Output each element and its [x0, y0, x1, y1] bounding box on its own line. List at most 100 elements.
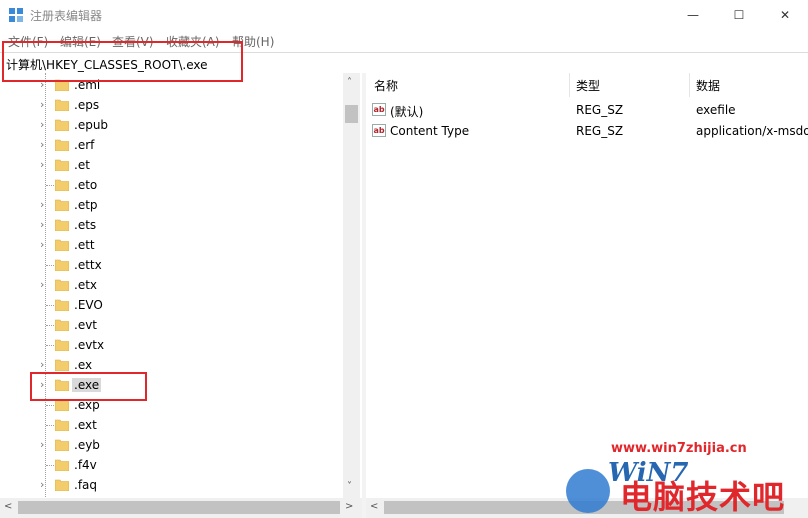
folder-icon [55, 279, 69, 291]
string-value-icon: ab [372, 124, 386, 137]
column-separator[interactable] [569, 73, 570, 97]
tree-item-label: .ext [74, 418, 97, 432]
tree-item-label: .ex [74, 358, 93, 372]
tree-item-label: .ett [74, 238, 95, 252]
tree-item-label: .etx [74, 278, 98, 292]
folder-icon [55, 439, 69, 451]
tree-item-label: .evt [74, 318, 98, 332]
tree-item[interactable]: › .etp [0, 195, 340, 215]
value-row[interactable]: ab (默认) REG_SZ exefile [366, 100, 808, 120]
folder-icon [55, 219, 69, 231]
folder-icon [55, 339, 69, 351]
column-header-data[interactable]: 数据 [696, 77, 720, 97]
tree-horizontal-scrollbar[interactable]: < > [0, 498, 362, 518]
chevron-right-icon[interactable]: › [40, 99, 50, 111]
chevron-right-icon[interactable]: › [40, 119, 50, 131]
key-tree[interactable]: › .eml › .eps › .epub › .erf › .et .eto › .etp › .ets ›… [0, 73, 362, 518]
chevron-right-icon[interactable]: › [40, 479, 50, 491]
tree-item[interactable]: .evtx [0, 335, 340, 355]
tree-item[interactable]: .ettx [0, 255, 340, 275]
tree-item-label: .evtx [74, 338, 105, 352]
tree-vertical-scrollbar[interactable]: ˄ ˅ [343, 73, 360, 498]
tree-item[interactable]: › .eyb [0, 435, 340, 455]
chevron-right-icon[interactable]: › [40, 359, 50, 371]
folder-icon [55, 139, 69, 151]
watermark-logo-icon [566, 469, 610, 513]
maximize-button[interactable]: ☐ [716, 0, 762, 30]
value-type: REG_SZ [576, 124, 624, 138]
close-icon: ✕ [779, 8, 791, 22]
chevron-right-icon[interactable]: › [40, 219, 50, 231]
folder-icon [55, 259, 69, 271]
window-title: 注册表编辑器 [30, 9, 103, 23]
string-value-icon: ab [372, 103, 386, 116]
minimize-button[interactable]: — [670, 0, 716, 30]
tree-item[interactable]: .EVO [0, 295, 340, 315]
column-header-type[interactable]: 类型 [576, 77, 600, 97]
folder-icon [55, 319, 69, 331]
tree-scroll-thumb[interactable] [345, 105, 358, 123]
tree-item-label: .faq [74, 478, 98, 492]
tree-item-label: .etp [74, 198, 98, 212]
tree-item[interactable]: › .erf [0, 135, 340, 155]
folder-icon [55, 179, 69, 191]
tree-item[interactable]: .f4v [0, 455, 340, 475]
address-highlight-box [2, 41, 243, 82]
tree-item[interactable]: .eto [0, 175, 340, 195]
scroll-right-icon[interactable]: > [345, 501, 353, 512]
tree-item[interactable]: › .etx [0, 275, 340, 295]
chevron-right-icon[interactable]: › [40, 199, 50, 211]
scroll-left-icon[interactable]: < [370, 501, 378, 512]
chevron-right-icon[interactable]: › [40, 159, 50, 171]
scroll-left-icon[interactable]: < [4, 501, 12, 512]
tree-item-label: .ets [74, 218, 97, 232]
close-button[interactable]: ✕ [762, 0, 808, 30]
tree-item[interactable]: .evt [0, 315, 340, 335]
folder-icon [55, 199, 69, 211]
value-data: exefile [696, 103, 736, 117]
tree-connector [46, 185, 54, 186]
tree-item[interactable]: › .ets [0, 215, 340, 235]
column-separator[interactable] [689, 73, 690, 97]
tree-connector [46, 345, 54, 346]
chevron-right-icon[interactable]: › [40, 439, 50, 451]
minimize-icon: — [687, 8, 699, 22]
chevron-right-icon[interactable]: › [40, 139, 50, 151]
tree-connector [46, 325, 54, 326]
tree-item[interactable]: .ext [0, 415, 340, 435]
column-header-name[interactable]: 名称 [374, 77, 398, 97]
value-row[interactable]: ab Content Type REG_SZ application/x-msd… [366, 121, 808, 141]
watermark-url: www.win7zhijia.cn [611, 441, 747, 456]
folder-icon [55, 299, 69, 311]
folder-icon [55, 359, 69, 371]
registry-editor-icon [9, 8, 23, 22]
tree-item-label: .erf [74, 138, 95, 152]
folder-icon [55, 419, 69, 431]
value-name: Content Type [390, 124, 470, 138]
tree-item[interactable]: › .epub [0, 115, 340, 135]
value-name: (默认) [390, 105, 424, 119]
folder-icon [55, 239, 69, 251]
tree-connector [46, 305, 54, 306]
exe-highlight-box [30, 372, 147, 401]
folder-icon [55, 99, 69, 111]
tree-item[interactable]: › .et [0, 155, 340, 175]
folder-icon [55, 459, 69, 471]
tree-item-label: .ettx [74, 258, 102, 272]
tree-hscroll-thumb[interactable] [18, 501, 340, 514]
chevron-right-icon[interactable]: › [40, 239, 50, 251]
tree-item[interactable]: › .eps [0, 95, 340, 115]
tree-item-label: .eto [74, 178, 98, 192]
scroll-up-icon[interactable]: ˄ [347, 77, 352, 88]
folder-icon [55, 119, 69, 131]
value-type: REG_SZ [576, 103, 624, 117]
tree-connector [46, 405, 54, 406]
tree-item[interactable]: › .faq [0, 475, 340, 495]
value-data: application/x-msdo [696, 124, 808, 138]
tree-item[interactable]: › .ett [0, 235, 340, 255]
chevron-right-icon[interactable]: › [40, 279, 50, 291]
watermark-text: 电脑技术吧 [620, 478, 786, 516]
scroll-down-icon[interactable]: ˅ [347, 481, 352, 492]
maximize-icon: ☐ [733, 8, 745, 22]
tree-item-label: .f4v [74, 458, 97, 472]
